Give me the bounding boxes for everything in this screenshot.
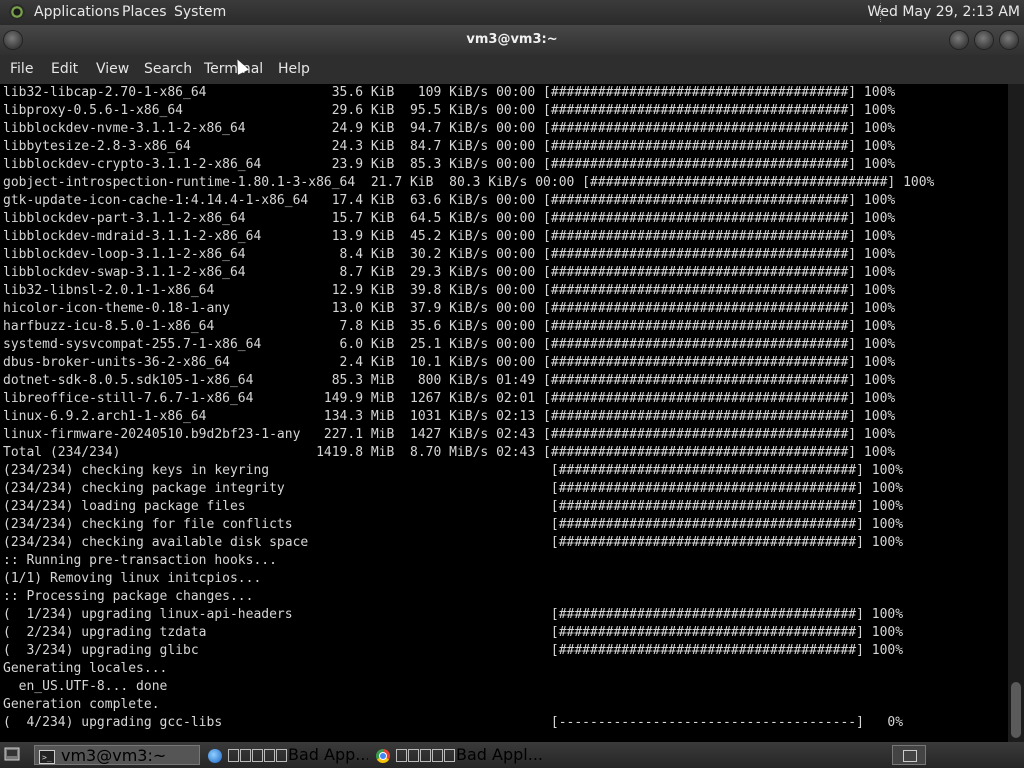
terminal-line: libblockdev-crypto-3.1.1-2-x86_64 23.9 K… (3, 157, 896, 172)
menu-help[interactable]: Help (278, 61, 310, 77)
terminal-line: libreoffice-still-7.6.7-1-x86_64 149.9 M… (3, 391, 896, 406)
terminal-line: libblockdev-loop-3.1.1-2-x86_64 8.4 KiB … (3, 247, 896, 262)
chrome-icon (376, 748, 390, 763)
distro-logo-icon[interactable] (9, 4, 25, 20)
menu-file[interactable]: File (10, 61, 33, 77)
terminal-line: ( 2/234) upgrading tzdata [#############… (3, 625, 904, 640)
menubar: File Edit View Search Terminal Help (0, 55, 1024, 84)
clock[interactable]: Wed May 29, 2:13 AM (867, 4, 1020, 20)
terminal-line: en_US.UTF-8... done (3, 679, 168, 694)
menu-edit[interactable]: Edit (51, 61, 78, 77)
terminal-line: dbus-broker-units-36-2-x86_64 2.4 KiB 10… (3, 355, 896, 370)
terminal-line: (234/234) checking keys in keyring [####… (3, 463, 904, 478)
terminal-line: ( 1/234) upgrading linux-api-headers [##… (3, 607, 904, 622)
terminal-line: harfbuzz-icu-8.5.0-1-x86_64 7.8 KiB 35.6… (3, 319, 896, 334)
terminal-line: :: Processing package changes... (3, 589, 254, 604)
terminal-line: gtk-update-icon-cache-1:4.14.4-1-x86_64 … (3, 193, 896, 208)
taskbar-browser-label-2: Bad Appl... (456, 745, 543, 764)
system-menu[interactable]: System (174, 4, 226, 20)
terminal-line: (234/234) loading package files [#######… (3, 499, 904, 514)
minimize-button[interactable] (950, 31, 968, 49)
taskbar-browser-task-1[interactable]: Bad App... (204, 745, 368, 765)
applications-menu[interactable]: Applications (34, 4, 120, 20)
terminal-line: Total (234/234) 1419.8 MiB 8.70 MiB/s 02… (3, 445, 896, 460)
top-panel: Applications Places System Wed May 29, 2… (0, 0, 1024, 25)
close-button[interactable] (1000, 31, 1018, 49)
taskbar-terminal-label: vm3@vm3:~ (61, 746, 167, 765)
terminal-line: gobject-introspection-runtime-1.80.1-3-x… (3, 175, 935, 190)
terminal-line: ( 3/234) upgrading glibc [##############… (3, 643, 904, 658)
terminal-line: lib32-libnsl-2.0.1-1-x86_64 12.9 KiB 39.… (3, 283, 896, 298)
taskbar-browser-task-2[interactable]: Bad Appl... (372, 745, 546, 765)
show-desktop-icon[interactable] (4, 747, 20, 761)
terminal-line: (234/234) checking package integrity [##… (3, 481, 904, 496)
terminal-line: systemd-sysvcompat-255.7-1-x86_64 6.0 Ki… (3, 337, 896, 352)
terminal-line: Generation complete. (3, 697, 160, 712)
terminal-line: linux-firmware-20240510.b9d2bf23-1-any 2… (3, 427, 896, 442)
terminal-line: libblockdev-nvme-3.1.1-2-x86_64 24.9 KiB… (3, 121, 896, 136)
terminal-scrollbar[interactable] (1008, 84, 1024, 742)
terminal-line: dotnet-sdk-8.0.5.sdk105-1-x86_64 85.3 Mi… (3, 373, 896, 388)
browser-globe-icon (208, 748, 222, 763)
terminal-line: lib32-libcap-2.70-1-x86_64 35.6 KiB 109 … (3, 85, 896, 100)
terminal-icon: >_ (39, 749, 55, 764)
terminal-line: libblockdev-part-3.1.1-2-x86_64 15.7 KiB… (3, 211, 896, 226)
terminal-line: libbytesize-2.8-3-x86_64 24.3 KiB 84.7 K… (3, 139, 896, 154)
menu-search[interactable]: Search (144, 61, 192, 77)
workspace-icon (903, 750, 917, 762)
workspace-switcher[interactable] (892, 745, 926, 765)
terminal-line: (1/1) Removing linux initcpios... (3, 571, 262, 586)
terminal-line: hicolor-icon-theme-0.18-1-any 13.0 KiB 3… (3, 301, 896, 316)
taskbar-browser-label-1: Bad App... (288, 745, 368, 764)
window-titlebar[interactable]: vm3@vm3:~ (0, 25, 1024, 55)
scrollbar-thumb[interactable] (1011, 682, 1021, 738)
maximize-button[interactable] (975, 31, 993, 49)
taskbar-terminal-task[interactable]: >_ vm3@vm3:~ (34, 745, 200, 765)
terminal-line: :: Running pre-transaction hooks... (3, 553, 277, 568)
terminal-line: libproxy-0.5.6-1-x86_64 29.6 KiB 95.5 Ki… (3, 103, 896, 118)
terminal-line: libblockdev-swap-3.1.1-2-x86_64 8.7 KiB … (3, 265, 896, 280)
terminal-line: (234/234) checking for file conflicts [#… (3, 517, 904, 532)
terminal-output[interactable]: lib32-libcap-2.70-1-x86_64 35.6 KiB 109 … (0, 84, 1008, 742)
menu-view[interactable]: View (96, 61, 129, 77)
terminal-line: linux-6.9.2.arch1-1-x86_64 134.3 MiB 103… (3, 409, 896, 424)
terminal-line: ( 4/234) upgrading gcc-libs [-----------… (3, 715, 904, 730)
terminal-line: Generating locales... (3, 661, 168, 676)
window-title: vm3@vm3:~ (466, 32, 558, 47)
places-menu[interactable]: Places (122, 4, 167, 20)
svg-text:>_: >_ (42, 753, 52, 762)
terminal-line: (234/234) checking available disk space … (3, 535, 904, 550)
terminal-line: libblockdev-mdraid-3.1.1-2-x86_64 13.9 K… (3, 229, 896, 244)
